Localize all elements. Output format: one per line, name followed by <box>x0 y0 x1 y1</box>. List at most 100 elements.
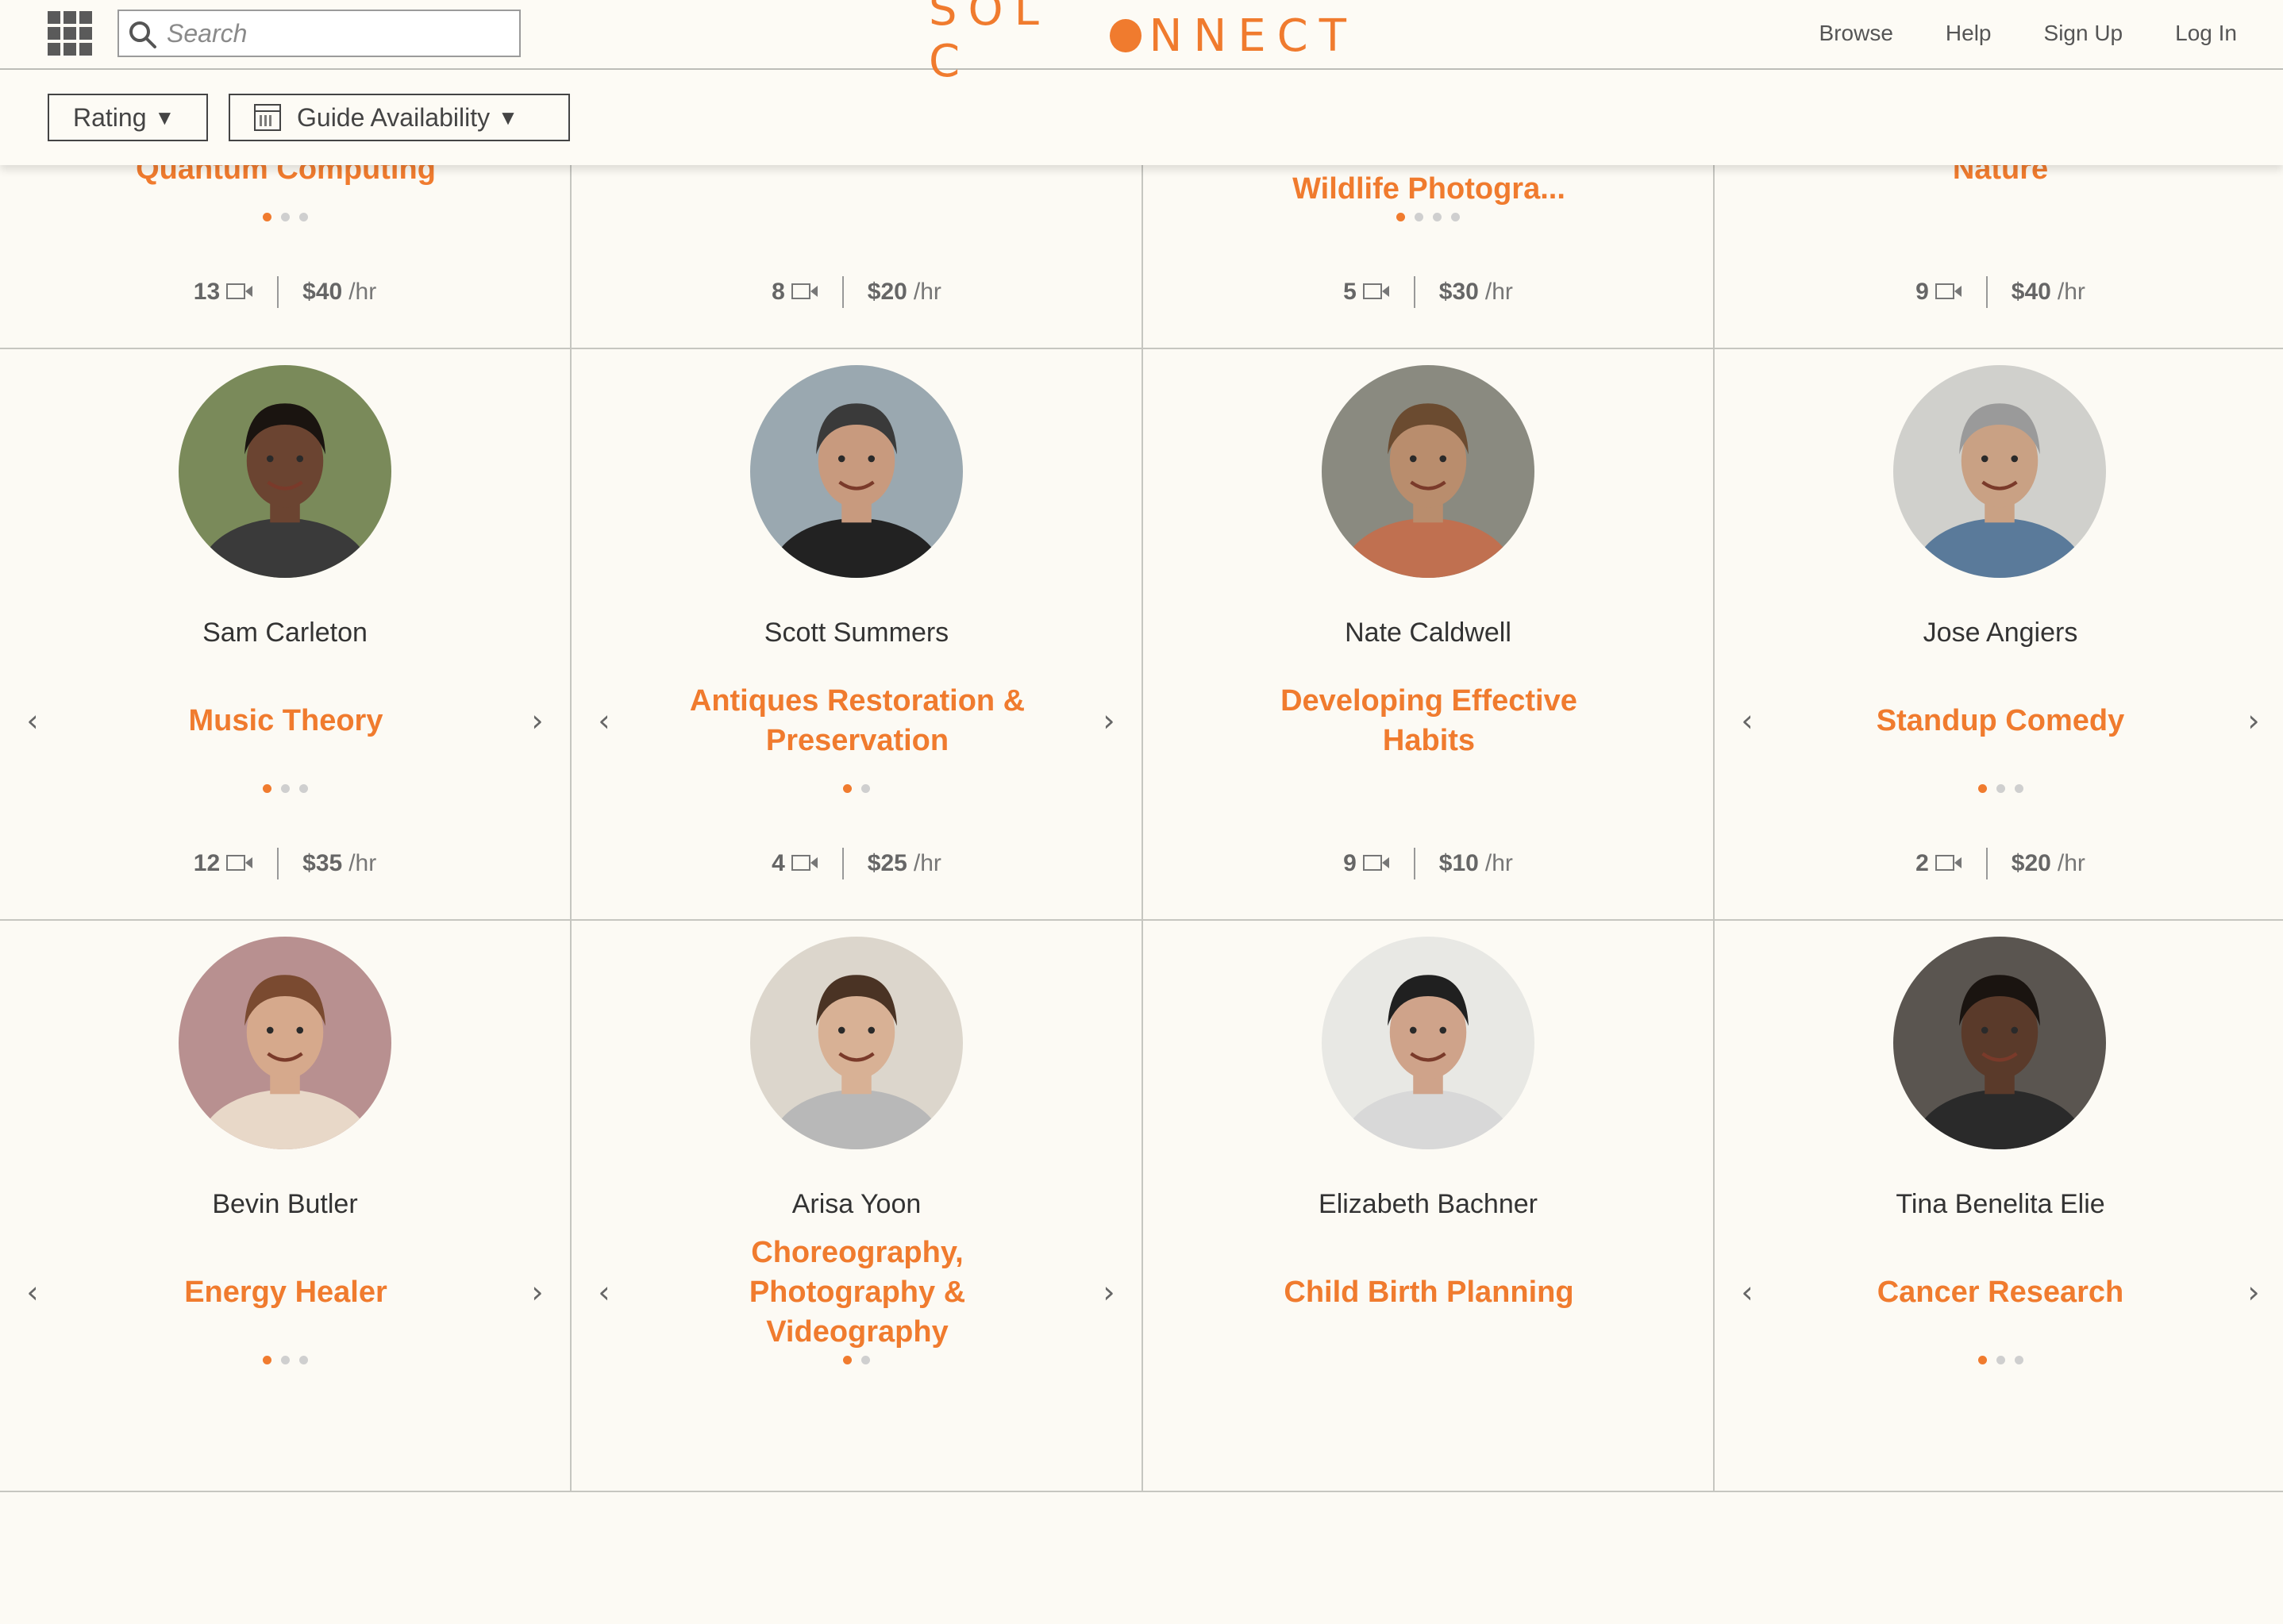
price-unit: /hr <box>913 279 941 305</box>
carousel-dot[interactable] <box>861 1356 870 1364</box>
chevron-left-icon[interactable]: ‹ <box>1735 703 1759 738</box>
guide-topic-link[interactable]: Music Theory <box>103 665 468 776</box>
topic-carousel-dots <box>1715 1356 2283 1364</box>
carousel-dot[interactable] <box>1996 784 2005 793</box>
filter-bar: Rating ▼ Guide Availability ▼ <box>0 70 2283 165</box>
guide-card[interactable]: Elizabeth Bachner Child Birth Planning <box>1143 921 1715 1492</box>
price-unit: /hr <box>348 850 377 876</box>
logo-text-part1: SOL C <box>929 0 1050 87</box>
chevron-left-icon[interactable]: ‹ <box>21 703 44 738</box>
guide-name[interactable]: Arisa Yoon <box>572 1189 1142 1220</box>
rating-filter-label: Rating <box>73 102 147 132</box>
guide-name[interactable]: Tina Benelita Elie <box>1715 1189 2283 1220</box>
carousel-dot[interactable] <box>1415 213 1423 221</box>
guide-avatar[interactable] <box>179 365 391 578</box>
hourly-price: $30 <box>1438 279 1479 305</box>
nav-signup-link[interactable]: Sign Up <box>2044 21 2123 46</box>
guide-name[interactable]: Sam Carleton <box>0 618 570 648</box>
guide-avatar[interactable] <box>1893 365 2106 578</box>
carousel-dot[interactable] <box>1433 213 1442 221</box>
guide-photo <box>1322 365 1534 578</box>
guide-topic-link[interactable]: Choreography, Photography & Videography <box>675 1236 1040 1349</box>
guide-name[interactable]: Nate Caldwell <box>1143 618 1713 648</box>
guide-avatar[interactable] <box>1322 365 1534 578</box>
search-input[interactable] <box>167 16 508 51</box>
carousel-dot[interactable] <box>2014 784 2023 793</box>
site-logo[interactable]: SOL C NNECT <box>929 0 1357 87</box>
rating-filter-dropdown[interactable]: Rating ▼ <box>48 94 208 141</box>
guide-topic-link[interactable]: Developing Effective Habits <box>1246 665 1611 776</box>
carousel-dot[interactable] <box>1451 213 1460 221</box>
hourly-price: $25 <box>867 850 907 876</box>
chevron-left-icon[interactable]: ‹ <box>21 1275 44 1310</box>
chevron-left-icon[interactable]: ‹ <box>1735 1275 1759 1310</box>
logo-text-part2: NNECT <box>1149 10 1357 62</box>
chevron-right-icon[interactable]: › <box>2242 703 2266 738</box>
guide-avatar[interactable] <box>179 937 391 1149</box>
price-unit: /hr <box>2057 279 2085 305</box>
guide-card[interactable]: Bevin Butler ‹ › Energy Healer <box>0 921 572 1492</box>
guide-availability-dropdown[interactable]: Guide Availability ▼ <box>229 94 570 141</box>
guide-topic-link[interactable]: Standup Comedy <box>1818 665 2183 776</box>
guide-card[interactable]: Tina Benelita Elie ‹ › Cancer Research <box>1715 921 2283 1492</box>
chevron-right-icon[interactable]: › <box>2242 1275 2266 1310</box>
guide-card[interactable]: Sam Carleton ‹ › Music Theory 12 $35/hr <box>0 349 572 921</box>
carousel-dot[interactable] <box>1977 1356 1987 1364</box>
carousel-dot[interactable] <box>280 213 290 221</box>
chevron-right-icon[interactable]: › <box>526 1275 549 1310</box>
session-count: 9 <box>1343 850 1357 876</box>
topic-carousel-dots <box>572 784 1142 793</box>
guide-name[interactable]: Elizabeth Bachner <box>1143 1189 1713 1220</box>
guide-card[interactable]: Scott Summers ‹ › Antiques Restoration & Pr… <box>572 349 1143 921</box>
carousel-dot[interactable] <box>280 1356 290 1364</box>
search-box[interactable] <box>117 10 521 57</box>
nav-browse-link[interactable]: Browse <box>1819 21 1893 46</box>
carousel-dot[interactable] <box>262 213 271 221</box>
carousel-dot[interactable] <box>843 1356 852 1364</box>
session-count: 9 <box>1915 279 1929 305</box>
chevron-left-icon[interactable]: ‹ <box>592 1275 616 1310</box>
carousel-dot[interactable] <box>298 213 308 221</box>
apps-grid-icon[interactable] <box>48 11 92 56</box>
session-count: 5 <box>1343 279 1357 305</box>
guide-name[interactable]: Jose Angiers <box>1715 618 2283 648</box>
chevron-left-icon[interactable]: ‹ <box>592 703 616 738</box>
carousel-dot[interactable] <box>2014 1356 2023 1364</box>
guide-card[interactable]: Jose Angiers ‹ › Standup Comedy 2 $20/hr <box>1715 349 2283 921</box>
guide-topic-link[interactable]: Cancer Research <box>1818 1237 2183 1348</box>
top-nav: Browse Help Sign Up Log In <box>1819 21 2237 46</box>
carousel-dot[interactable] <box>843 784 852 793</box>
guide-avatar[interactable] <box>1893 937 2106 1149</box>
guide-avatar[interactable] <box>1322 937 1534 1149</box>
video-camera-icon <box>1935 283 1962 301</box>
carousel-dot[interactable] <box>280 784 290 793</box>
guide-avatar[interactable] <box>750 937 963 1149</box>
chevron-right-icon[interactable]: › <box>1097 1275 1121 1310</box>
chevron-right-icon[interactable]: › <box>526 703 549 738</box>
video-camera-icon <box>226 283 253 301</box>
carousel-dot[interactable] <box>861 784 870 793</box>
guide-topic-link[interactable]: Child Birth Planning <box>1246 1237 1611 1348</box>
session-count: 4 <box>772 850 785 876</box>
carousel-dot[interactable] <box>1977 784 1987 793</box>
carousel-dot[interactable] <box>262 784 271 793</box>
carousel-dot[interactable] <box>1996 1356 2005 1364</box>
carousel-dot[interactable] <box>1396 213 1405 221</box>
guide-stats: 9 $40/hr <box>1715 276 2283 308</box>
guide-card[interactable]: Nate Caldwell Developing Effective Habits… <box>1143 349 1715 921</box>
guide-avatar[interactable] <box>750 365 963 578</box>
guide-card[interactable]: Arisa Yoon ‹ › Choreography, Photography & … <box>572 921 1143 1492</box>
price-unit: /hr <box>348 279 377 305</box>
guide-name[interactable]: Scott Summers <box>572 618 1142 648</box>
logo-dot-icon <box>1109 19 1142 52</box>
carousel-dot[interactable] <box>262 1356 271 1364</box>
guide-photo <box>179 365 391 578</box>
nav-help-link[interactable]: Help <box>1946 21 1992 46</box>
guide-topic-link[interactable]: Antiques Restoration & Preservation <box>675 665 1040 776</box>
guide-topic-link[interactable]: Energy Healer <box>103 1237 468 1348</box>
guide-name[interactable]: Bevin Butler <box>0 1189 570 1220</box>
nav-login-link[interactable]: Log In <box>2175 21 2237 46</box>
carousel-dot[interactable] <box>298 1356 308 1364</box>
carousel-dot[interactable] <box>298 784 308 793</box>
chevron-right-icon[interactable]: › <box>1097 703 1121 738</box>
